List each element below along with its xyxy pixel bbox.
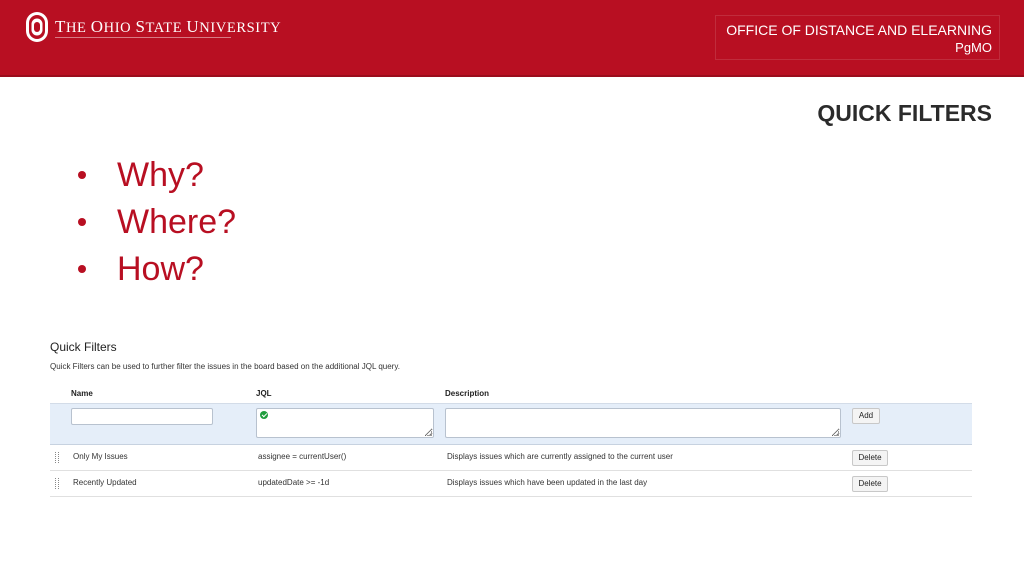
add-filter-button[interactable]: Add: [852, 408, 880, 424]
quick-filters-description: Quick Filters can be used to further fil…: [50, 362, 400, 371]
unit-name: PgMO: [955, 40, 992, 55]
column-header-description: Description: [445, 389, 490, 398]
filter-jql[interactable]: updatedDate >= -1d: [258, 478, 329, 487]
slide-title: QUICK FILTERS: [817, 100, 992, 126]
column-header-jql: JQL: [256, 389, 272, 398]
filter-name-input[interactable]: [71, 408, 213, 425]
filter-name[interactable]: Recently Updated: [73, 478, 137, 487]
drag-handle-icon[interactable]: [55, 452, 59, 463]
filter-jql-input[interactable]: [256, 408, 434, 438]
filter-jql[interactable]: assignee = currentUser(): [258, 452, 346, 461]
block-o-logo-icon: [26, 12, 48, 42]
resize-handle-icon[interactable]: [834, 431, 839, 436]
table-row: Only My Issues assignee = currentUser() …: [50, 445, 972, 471]
university-name: THE OHIO STATE UNIVERSITY: [55, 17, 282, 36]
bullet-list: Why? Where? How?: [78, 154, 236, 295]
drag-handle-icon[interactable]: [55, 478, 59, 489]
table-row: Recently Updated updatedDate >= -1d Disp…: [50, 471, 972, 497]
university-name-underline: [55, 37, 231, 38]
bullet-item: Why?: [78, 154, 236, 201]
filter-description[interactable]: Displays issues which are currently assi…: [447, 452, 673, 461]
bullet-dot-icon: [78, 265, 86, 273]
quick-filters-table: Name JQL Description Add Only My Issues …: [50, 385, 972, 497]
delete-filter-button[interactable]: Delete: [852, 476, 888, 492]
department-name: OFFICE OF DISTANCE AND ELEARNING: [726, 22, 992, 38]
bullet-text: Where?: [117, 203, 237, 241]
filter-name[interactable]: Only My Issues: [73, 452, 128, 461]
bullet-dot-icon: [78, 171, 86, 179]
delete-filter-button[interactable]: Delete: [852, 450, 888, 466]
table-header: Name JQL Description: [50, 385, 972, 403]
filter-description-input[interactable]: [445, 408, 841, 438]
bullet-dot-icon: [78, 218, 86, 226]
bullet-item: Where?: [78, 201, 236, 248]
resize-handle-icon[interactable]: [427, 431, 432, 436]
header-bar: THE OHIO STATE UNIVERSITY OFFICE OF DIST…: [0, 0, 1024, 77]
bullet-text: How?: [117, 250, 204, 288]
quick-filters-heading: Quick Filters: [50, 340, 117, 354]
add-filter-row: Add: [50, 403, 972, 445]
bullet-item: How?: [78, 248, 236, 295]
column-header-name: Name: [71, 389, 93, 398]
check-circle-icon: [260, 411, 268, 419]
filter-description[interactable]: Displays issues which have been updated …: [447, 478, 647, 487]
bullet-text: Why?: [117, 156, 204, 194]
